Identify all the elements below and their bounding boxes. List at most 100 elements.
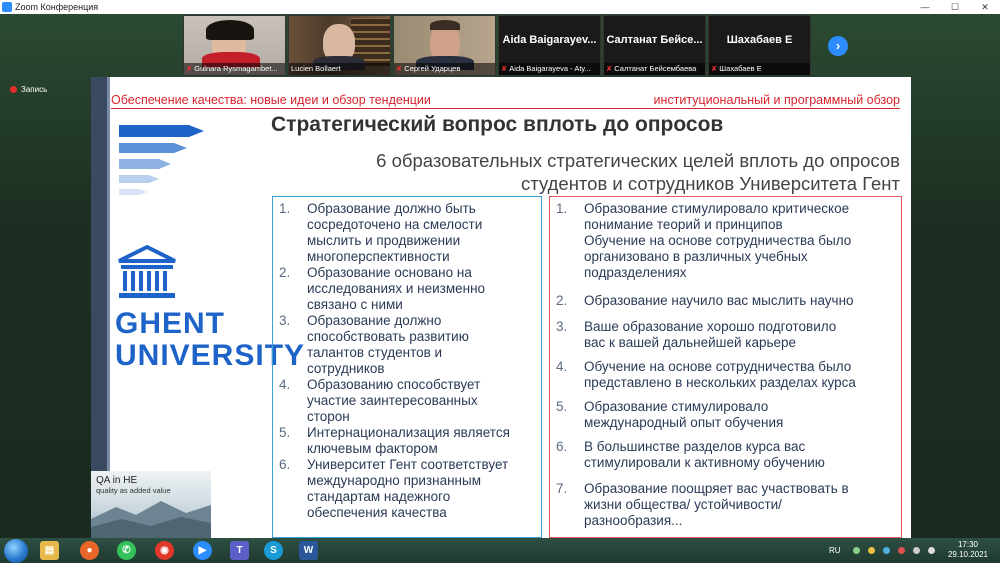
list-item-text: Образование основано на исследованиях и н… — [307, 265, 485, 313]
slide-title: Стратегический вопрос вплоть до опросов — [271, 113, 724, 136]
chrome-icon[interactable]: ◉ — [155, 541, 174, 560]
list-item-text: Университет Гент соответствует международ… — [307, 457, 508, 521]
system-clock[interactable]: 17:30 29.10.2021 — [943, 540, 993, 560]
list-item-line: Образование стимулировало критическое — [584, 201, 850, 216]
list-item-line: Образование основано на — [307, 265, 472, 280]
participant-tile[interactable]: Салтанат Бейсе... ✘ Салтанат Бейсембаева — [603, 15, 706, 76]
participant-name: ✘ Шахабаев Е — [709, 63, 810, 75]
shared-slide: Обеспечение качества: новые идеи и обзор… — [91, 77, 911, 538]
list-item-text: Образование научило вас мыслить научно — [584, 293, 854, 309]
list-item-line: сторон — [307, 409, 350, 424]
list-item-line: связано с ними — [307, 297, 403, 312]
list-item-text: В большинстве разделов курса вас стимулир… — [584, 439, 825, 471]
window-titlebar: Zoom Конференция — ☐ ✕ — [0, 0, 1000, 14]
list-item-line: Ваше образование хорошо подготовило — [584, 319, 837, 334]
list-item-line: способствовать развитию — [307, 329, 469, 344]
list-item-line: понимание теорий и принципов — [584, 217, 783, 232]
list-item-line: жизни общества/ устойчивости/ — [584, 497, 782, 512]
list-item-line: Обучение на основе сотрудничества было — [584, 359, 852, 374]
list-item-line: организовано в различных учебных — [584, 249, 808, 264]
list-item-number: 5. — [279, 425, 291, 440]
zoom-icon[interactable]: ▶ — [193, 541, 212, 560]
volume-icon[interactable] — [928, 547, 935, 554]
maximize-button[interactable]: ☐ — [940, 0, 970, 14]
next-participants-button[interactable]: › — [828, 36, 848, 56]
tray-icon[interactable] — [883, 547, 890, 554]
list-item-number: 1. — [556, 201, 568, 216]
list-item-text: Образование стимулировало критическое пон… — [584, 201, 851, 281]
logo-text-ghent: GHENT — [115, 307, 225, 340]
mic-muted-icon: ✘ — [606, 64, 613, 73]
list-item-number: 2. — [279, 265, 291, 280]
mic-muted-icon: ✘ — [501, 64, 508, 73]
header-divider — [111, 108, 900, 109]
participant-tile[interactable]: ✘ Gulnara Rysmagambet... — [183, 15, 286, 76]
participant-tile[interactable]: Шахабаев Е ✘ Шахабаев Е — [708, 15, 811, 76]
record-dot-icon — [10, 86, 17, 93]
mic-muted-icon: ✘ — [711, 64, 718, 73]
list-item-number: 2. — [556, 293, 568, 308]
qa-subtitle: quality as added value — [96, 486, 171, 495]
list-item-line: многоперспективности — [307, 249, 450, 264]
minimize-button[interactable]: — — [910, 0, 940, 14]
list-item-text: Образование стимулировало международный о… — [584, 399, 783, 431]
participant-name: Lucien Bollaert — [289, 63, 390, 75]
list-item-line: Образованию способствует — [307, 377, 481, 392]
list-item-line: разнообразия... — [584, 513, 683, 528]
tray-icon[interactable] — [868, 547, 875, 554]
list-item-line: В большинстве разделов курса вас — [584, 439, 806, 454]
list-item-line: подразделениях — [584, 265, 687, 280]
list-item-text: Ваше образование хорошо подготовило вас к… — [584, 319, 836, 351]
decorative-arrows-icon — [119, 125, 204, 215]
participant-name: ✘ Салтанат Бейсембаева — [604, 63, 705, 75]
list-item-line: Интернационализация является — [307, 425, 510, 440]
windows-taskbar: ▤ ● ✆ ◉ ▶ T S W RU 17:30 29.10.2021 — [0, 538, 1000, 563]
explorer-icon[interactable]: ▤ — [40, 541, 59, 560]
list-item-text: Образование должно быть сосредоточено на … — [307, 201, 482, 265]
tray-icon[interactable] — [898, 547, 905, 554]
list-item-number: 3. — [279, 313, 291, 328]
list-item-line: стимулировали к активному обучению — [584, 455, 825, 470]
list-item-line: мыслить и продвижении — [307, 233, 461, 248]
tray-icon[interactable] — [853, 547, 860, 554]
list-item-line: участие заинтересованных — [307, 393, 478, 408]
recording-label: Запись — [21, 85, 48, 94]
participant-tile[interactable]: ✘ Сергей Ударцев — [393, 15, 496, 76]
language-indicator[interactable]: RU — [829, 546, 841, 555]
list-item-text: Обучение на основе сотрудничества было пр… — [584, 359, 856, 391]
list-item-line: Образование должно быть — [307, 201, 476, 216]
ghent-university-logo: GHENT UNIVERSITY — [115, 244, 306, 385]
participant-display-name: Салтанат Бейсе... — [606, 34, 703, 46]
qa-title: QA in HE — [96, 475, 138, 486]
whatsapp-icon[interactable]: ✆ — [117, 541, 136, 560]
list-item-line: Образование поощряет вас участвовать в — [584, 481, 849, 496]
teams-icon[interactable]: T — [230, 541, 249, 560]
participant-name: ✘ Сергей Ударцев — [394, 63, 495, 75]
slide-header-left: Обеспечение качества: новые идеи и обзор… — [111, 93, 431, 107]
list-item-line: стандартам надежного — [307, 489, 451, 504]
list-item-number: 7. — [556, 481, 568, 496]
start-button[interactable] — [4, 539, 28, 563]
close-button[interactable]: ✕ — [970, 0, 1000, 14]
participant-display-name: Шахабаев Е — [726, 34, 793, 46]
zoom-app-icon — [2, 2, 12, 12]
list-item-number: 5. — [556, 399, 568, 414]
list-item-number: 6. — [556, 439, 568, 454]
participant-tile[interactable]: Aida Baigarayev... ✘ Aida Baigarayeva - A… — [498, 15, 601, 76]
skype-icon[interactable]: S — [264, 541, 283, 560]
list-item-line: сосредоточено на смелости — [307, 217, 483, 232]
participant-name: ✘ Gulnara Rysmagambet... — [184, 63, 285, 75]
participant-tile[interactable]: Lucien Bollaert — [288, 15, 391, 76]
list-item-line: Образование стимулировало — [584, 399, 769, 414]
list-item-line: Обучение на основе сотрудничества было — [584, 233, 852, 248]
strategic-goals-box: 1. Образование должно быть сосредоточено н… — [272, 196, 542, 538]
network-icon[interactable] — [913, 547, 920, 554]
list-item-line: ключевым фактором — [307, 441, 438, 456]
list-item-line: международный опыт обучения — [584, 415, 784, 430]
logo-text-university: UNIVERSITY — [115, 339, 306, 372]
list-item-number: 4. — [279, 377, 291, 392]
word-icon[interactable]: W — [299, 541, 318, 560]
list-item-line: сотрудников — [307, 361, 385, 376]
recording-indicator[interactable]: Запись — [10, 85, 47, 94]
firefox-icon[interactable]: ● — [80, 541, 99, 560]
